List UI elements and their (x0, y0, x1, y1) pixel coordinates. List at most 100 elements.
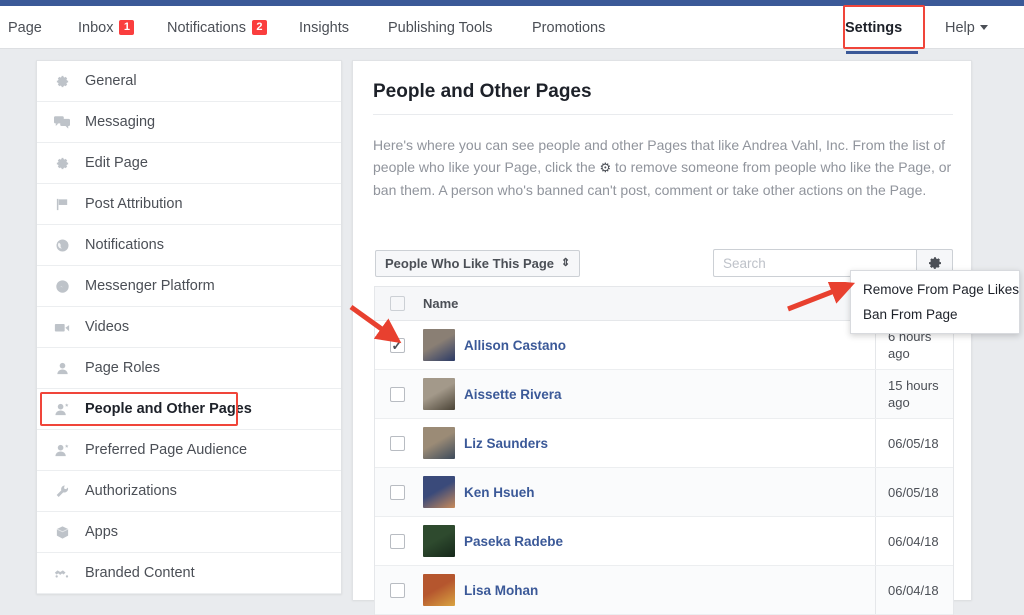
nav-item-label: Insights (299, 19, 349, 36)
sidebar-item-page-roles[interactable]: Page Roles (37, 348, 341, 389)
nav-item-label: Inbox (78, 19, 114, 36)
page-title: People and Other Pages (373, 81, 592, 102)
notifications-badge: 2 (251, 20, 267, 35)
row-name-cell: Liz Saunders (419, 419, 875, 467)
sidebar-item-label: General (85, 73, 137, 89)
settings-sidebar: General Messaging Edit Page Post Attribu… (36, 60, 342, 594)
person-name-link[interactable]: Ken Hsueh (464, 485, 535, 500)
row-checkbox[interactable] (389, 484, 405, 500)
row-date-text: 06/04/18 (888, 582, 939, 598)
avatar (423, 525, 455, 557)
updown-arrows-icon: ⇕ (561, 257, 571, 269)
page-description: Here's where you can see people and othe… (373, 134, 955, 201)
select-all-checkbox[interactable] (389, 296, 405, 311)
table-row: Ken Hsueh 06/05/18 (375, 468, 953, 517)
nav-item-publishing-tools[interactable]: Publishing Tools (388, 6, 493, 49)
row-date-cell: 06/04/18 (875, 566, 953, 614)
messaging-icon (51, 112, 73, 132)
sidebar-item-messenger-platform[interactable]: Messenger Platform (37, 266, 341, 307)
row-checkbox[interactable]: ✓ (389, 337, 405, 353)
sidebar-item-label: Authorizations (85, 483, 177, 499)
row-date-text: 15 hours ago (888, 378, 939, 410)
nav-item-page[interactable]: Page (8, 6, 42, 49)
sidebar-item-notifications[interactable]: Notifications (37, 225, 341, 266)
person-name-link[interactable]: Liz Saunders (464, 436, 548, 451)
box-icon (51, 522, 73, 542)
menu-item-remove-from-page-likes[interactable]: Remove From Page Likes (851, 277, 1019, 302)
row-date-cell: 06/04/18 (875, 517, 953, 565)
sidebar-item-authorizations[interactable]: Authorizations (37, 471, 341, 512)
row-name-cell: Aissette Rivera (419, 370, 875, 418)
nav-item-label: Promotions (532, 19, 606, 36)
table-row: Liz Saunders 06/05/18 (375, 419, 953, 468)
row-checkbox[interactable] (389, 386, 405, 402)
sidebar-item-messaging[interactable]: Messaging (37, 102, 341, 143)
sidebar-item-label: People and Other Pages (85, 401, 252, 417)
row-checkbox[interactable] (389, 582, 405, 598)
person-name-link[interactable]: Aissette Rivera (464, 387, 562, 402)
avatar (423, 378, 455, 410)
menu-item-label: Remove From Page Likes (863, 282, 1020, 297)
sidebar-item-preferred-page-audience[interactable]: Preferred Page Audience (37, 430, 341, 471)
video-camera-icon (51, 317, 73, 337)
globe-icon (51, 235, 73, 255)
sidebar-item-edit-page[interactable]: Edit Page (37, 143, 341, 184)
nav-item-settings[interactable]: Settings (845, 6, 902, 49)
table-row: Lisa Mohan 06/04/18 (375, 566, 953, 615)
menu-item-label: Ban From Page (863, 307, 958, 322)
nav-item-label: Page (8, 19, 42, 36)
sidebar-item-videos[interactable]: Videos (37, 307, 341, 348)
filter-label: People Who Like This Page (385, 256, 555, 271)
handshake-icon (51, 563, 73, 583)
sidebar-item-branded-content[interactable]: Branded Content (37, 553, 341, 594)
row-checkbox[interactable] (389, 533, 405, 549)
people-table: Name ✓ Allison Castano 6 hours ago Aissette… (374, 286, 954, 615)
nav-item-label: Notifications (167, 19, 246, 36)
row-date-cell: 06/05/18 (875, 419, 953, 467)
nav-item-inbox[interactable]: Inbox 1 (78, 6, 135, 49)
gear-icon (928, 257, 941, 269)
sidebar-item-label: Messenger Platform (85, 278, 215, 294)
person-name-link[interactable]: Paseka Radebe (464, 534, 563, 549)
wrench-icon (51, 481, 73, 501)
name-cell-content: Ken Hsueh (423, 468, 875, 516)
row-name-cell: Lisa Mohan (419, 566, 875, 614)
people-filter-dropdown[interactable]: People Who Like This Page ⇕ (375, 250, 581, 277)
gear-icon (51, 153, 73, 173)
person-star-icon (51, 399, 73, 419)
row-checkbox[interactable] (389, 435, 405, 451)
column-header-name: Name (419, 295, 875, 313)
nav-item-notifications[interactable]: Notifications 2 (167, 6, 267, 49)
title-divider (373, 114, 953, 115)
nav-item-help[interactable]: Help (945, 6, 988, 49)
person-name-link[interactable]: Allison Castano (464, 338, 566, 353)
row-select-cell (375, 419, 419, 467)
nav-item-label: Publishing Tools (388, 19, 493, 36)
nav-item-promotions[interactable]: Promotions (532, 6, 605, 49)
inbox-badge: 1 (119, 20, 135, 35)
sidebar-item-people-and-other-pages[interactable]: People and Other Pages (37, 389, 341, 430)
menu-item-ban-from-page[interactable]: Ban From Page (851, 302, 1019, 327)
select-all-cell (375, 296, 419, 311)
nav-item-insights[interactable]: Insights (299, 6, 349, 49)
flag-icon (51, 194, 73, 214)
sidebar-item-label: Page Roles (85, 360, 160, 376)
person-name-link[interactable]: Lisa Mohan (464, 583, 538, 598)
sidebar-item-label: Notifications (85, 237, 164, 253)
sidebar-item-general[interactable]: General (37, 61, 341, 102)
chevron-down-icon (979, 25, 988, 30)
avatar (423, 574, 455, 606)
sidebar-item-label: Videos (85, 319, 130, 335)
person-star-icon (51, 440, 73, 460)
sidebar-item-apps[interactable]: Apps (37, 512, 341, 553)
name-cell-content: Liz Saunders (423, 419, 875, 467)
row-select-cell (375, 370, 419, 418)
person-icon (51, 358, 73, 378)
row-date-text: 06/04/18 (888, 533, 939, 549)
sidebar-item-post-attribution[interactable]: Post Attribution (37, 184, 341, 225)
gear-icon: ⚙ (599, 160, 612, 175)
sidebar-item-label: Apps (85, 524, 119, 540)
row-select-cell (375, 517, 419, 565)
row-select-cell (375, 468, 419, 516)
row-actions-dropdown-menu: Remove From Page Likes Ban From Page (850, 270, 1020, 334)
